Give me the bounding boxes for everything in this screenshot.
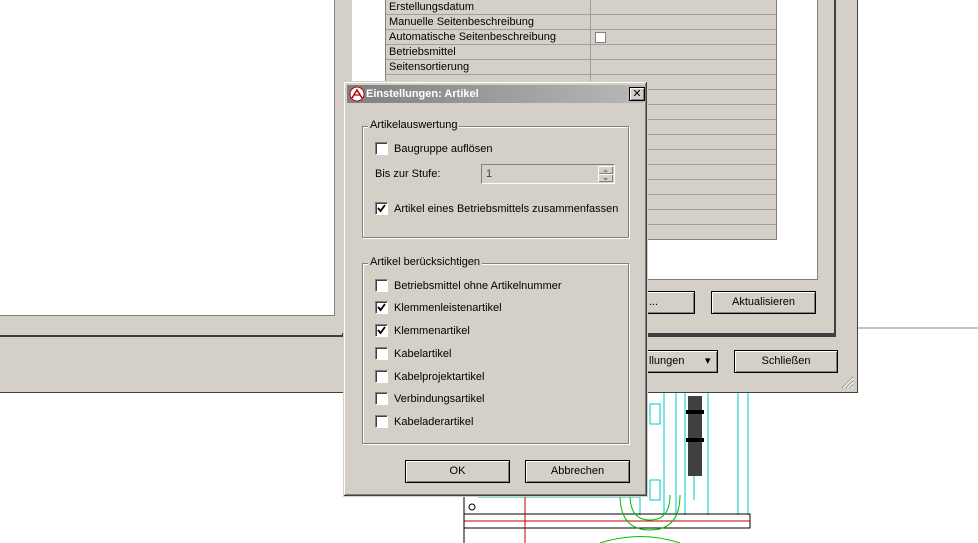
dialog-titlebar[interactable]: Einstellungen: Artikel ✕ bbox=[347, 85, 645, 103]
checkmark-icon bbox=[377, 326, 386, 335]
group-legend: Artikel berücksichtigen bbox=[368, 256, 483, 268]
spin-down-button[interactable] bbox=[598, 174, 613, 182]
option-equipment-without-number[interactable]: Betriebsmittel ohne Artikelnummer bbox=[375, 279, 562, 292]
checkmark-icon bbox=[377, 204, 386, 213]
cancel-button[interactable]: Abbrechen bbox=[525, 460, 630, 483]
property-name: Manuelle Seitenbeschreibung bbox=[389, 16, 534, 28]
dialog-title: Einstellungen: Artikel bbox=[366, 88, 479, 100]
property-name: Betriebsmittel bbox=[389, 46, 456, 58]
table-row[interactable]: Betriebsmittel bbox=[386, 45, 776, 60]
dropdown-arrow-icon: ▾ bbox=[705, 355, 711, 367]
checkbox-box bbox=[375, 142, 388, 155]
table-row[interactable]: Manuelle Seitenbeschreibung bbox=[386, 15, 776, 30]
checkbox-box bbox=[375, 301, 388, 314]
refresh-button[interactable]: Aktualisieren bbox=[711, 291, 816, 314]
property-name: Erstellungsdatum bbox=[389, 1, 474, 13]
checkbox-box bbox=[375, 202, 388, 215]
table-row[interactable]: Seitensortierung bbox=[386, 60, 776, 75]
option-terminal-strip-articles[interactable]: Klemmenleistenartikel bbox=[375, 301, 502, 314]
option-connection-articles[interactable]: Verbindungsartikel bbox=[375, 392, 485, 405]
checkbox-box bbox=[375, 392, 388, 405]
property-name: Automatische Seitenbeschreibung bbox=[389, 31, 556, 43]
option-cable-project-articles[interactable]: Kabelprojektartikel bbox=[375, 370, 485, 383]
spin-up-button[interactable] bbox=[598, 166, 613, 174]
option-terminal-articles[interactable]: Klemmenartikel bbox=[375, 324, 470, 337]
checkbox-box bbox=[375, 324, 388, 337]
settings-dialog: Einstellungen: Artikel ✕ Artikelauswertu… bbox=[343, 81, 648, 497]
option-cable-articles[interactable]: Kabelartikel bbox=[375, 347, 451, 360]
ok-button[interactable]: OK bbox=[405, 460, 510, 483]
checkmark-icon bbox=[377, 303, 386, 312]
group-legend: Artikelauswertung bbox=[368, 119, 460, 131]
table-row[interactable]: Erstellungsdatum bbox=[386, 0, 776, 15]
property-checkbox[interactable] bbox=[595, 32, 606, 43]
stage-spinbox[interactable]: 1 bbox=[481, 164, 615, 184]
table-row[interactable]: Automatische Seitenbeschreibung bbox=[386, 30, 776, 45]
checkbox-box bbox=[375, 347, 388, 360]
resize-grip-icon[interactable] bbox=[840, 375, 854, 389]
app-icon bbox=[349, 86, 365, 102]
option-cable-core-articles[interactable]: Kabeladerartikel bbox=[375, 415, 474, 428]
close-button[interactable]: Schließen bbox=[734, 350, 838, 373]
stage-label: Bis zur Stufe: bbox=[375, 168, 441, 180]
resolve-assembly-checkbox[interactable]: Baugruppe auflösen bbox=[375, 142, 492, 155]
checkbox-box bbox=[375, 370, 388, 383]
checkbox-box bbox=[375, 415, 388, 428]
close-icon[interactable]: ✕ bbox=[629, 87, 645, 101]
preview-pane bbox=[0, 0, 335, 316]
property-name: Seitensortierung bbox=[389, 61, 470, 73]
checkbox-box bbox=[375, 279, 388, 292]
combine-articles-checkbox[interactable]: Artikel eines Betriebsmittels zusammenfa… bbox=[375, 202, 618, 215]
chevron-down-icon bbox=[603, 178, 608, 181]
